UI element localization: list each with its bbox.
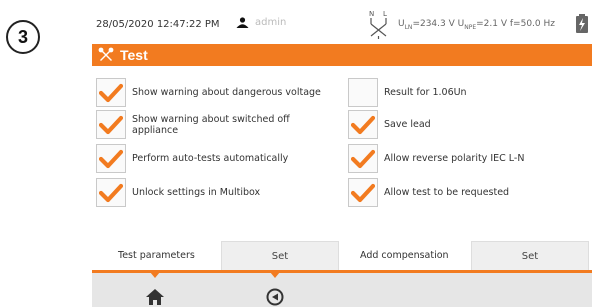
plug-n-letter: N <box>369 10 374 18</box>
plug-l-letter: L <box>383 10 387 18</box>
checkmark-icon <box>99 83 123 102</box>
back-tab-indicator <box>270 272 280 278</box>
bottom-nav-divider <box>92 270 592 273</box>
meter-screen: 28/05/2020 12:47:22 PM admin N L ULN=234… <box>92 6 592 307</box>
checkmark-icon <box>99 183 123 202</box>
home-tab-indicator <box>150 272 160 278</box>
option-reverse-polarity[interactable]: Allow reverse polarity IEC L-N <box>348 144 524 173</box>
option-label: Result for 1.06Un <box>384 87 467 98</box>
bottom-nav-bar <box>92 270 592 307</box>
add-compensation-set-button[interactable]: Set <box>471 241 589 271</box>
user-name: admin <box>255 17 287 28</box>
checkbox[interactable] <box>348 78 378 107</box>
option-unlock-multibox[interactable]: Unlock settings in Multibox <box>96 178 260 207</box>
option-auto-tests[interactable]: Perform auto-tests automatically <box>96 144 288 173</box>
option-label: Show warning about switched off applianc… <box>132 113 290 136</box>
checkbox[interactable] <box>348 178 378 207</box>
user-icon <box>236 17 249 28</box>
checkmark-icon <box>351 149 375 168</box>
battery-icon <box>576 14 588 33</box>
checkbox[interactable] <box>348 110 378 139</box>
checkbox[interactable] <box>348 144 378 173</box>
checkbox[interactable] <box>96 110 126 139</box>
option-label: Unlock settings in Multibox <box>132 187 261 198</box>
voltage-readings: ULN=234.3 V UNPE=2.1 V f=50.0 Hz <box>398 19 555 31</box>
test-parameters-set-button[interactable]: Set <box>221 241 339 271</box>
status-bar: 28/05/2020 12:47:22 PM admin N L ULN=234… <box>92 6 592 44</box>
checkbox[interactable] <box>96 78 126 107</box>
option-result-1-06un[interactable]: Result for 1.06Un <box>348 78 467 107</box>
home-icon[interactable] <box>145 288 165 306</box>
tools-icon <box>98 47 114 61</box>
option-label: Allow reverse polarity IEC L-N <box>384 153 525 164</box>
checkbox[interactable] <box>96 178 126 207</box>
datetime: 28/05/2020 12:47:22 PM <box>96 19 220 30</box>
back-icon[interactable] <box>266 288 284 306</box>
checkmark-icon <box>99 115 123 134</box>
title-bar: Test <box>92 44 592 66</box>
checkmark-icon <box>99 149 123 168</box>
checkbox[interactable] <box>96 144 126 173</box>
option-switched-off-appliance-warning[interactable]: Show warning about switched off applianc… <box>96 110 332 139</box>
user-indicator: admin <box>236 17 286 28</box>
page-title: Test <box>120 47 148 63</box>
test-parameters-label: Test parameters <box>118 250 195 261</box>
add-compensation-label: Add compensation <box>360 250 449 261</box>
option-allow-test-request[interactable]: Allow test to be requested <box>348 178 509 207</box>
step-number-badge: 3 <box>6 20 40 54</box>
option-save-lead[interactable]: Save lead <box>348 110 431 139</box>
plug-icon: N L <box>369 10 387 39</box>
checkmark-icon <box>351 115 375 134</box>
checkmark-icon <box>351 183 375 202</box>
option-label: Save lead <box>384 119 431 130</box>
option-label: Show warning about dangerous voltage <box>132 87 321 98</box>
option-dangerous-voltage-warning[interactable]: Show warning about dangerous voltage <box>96 78 321 107</box>
option-label: Allow test to be requested <box>384 187 510 198</box>
option-label: Perform auto-tests automatically <box>132 153 289 164</box>
